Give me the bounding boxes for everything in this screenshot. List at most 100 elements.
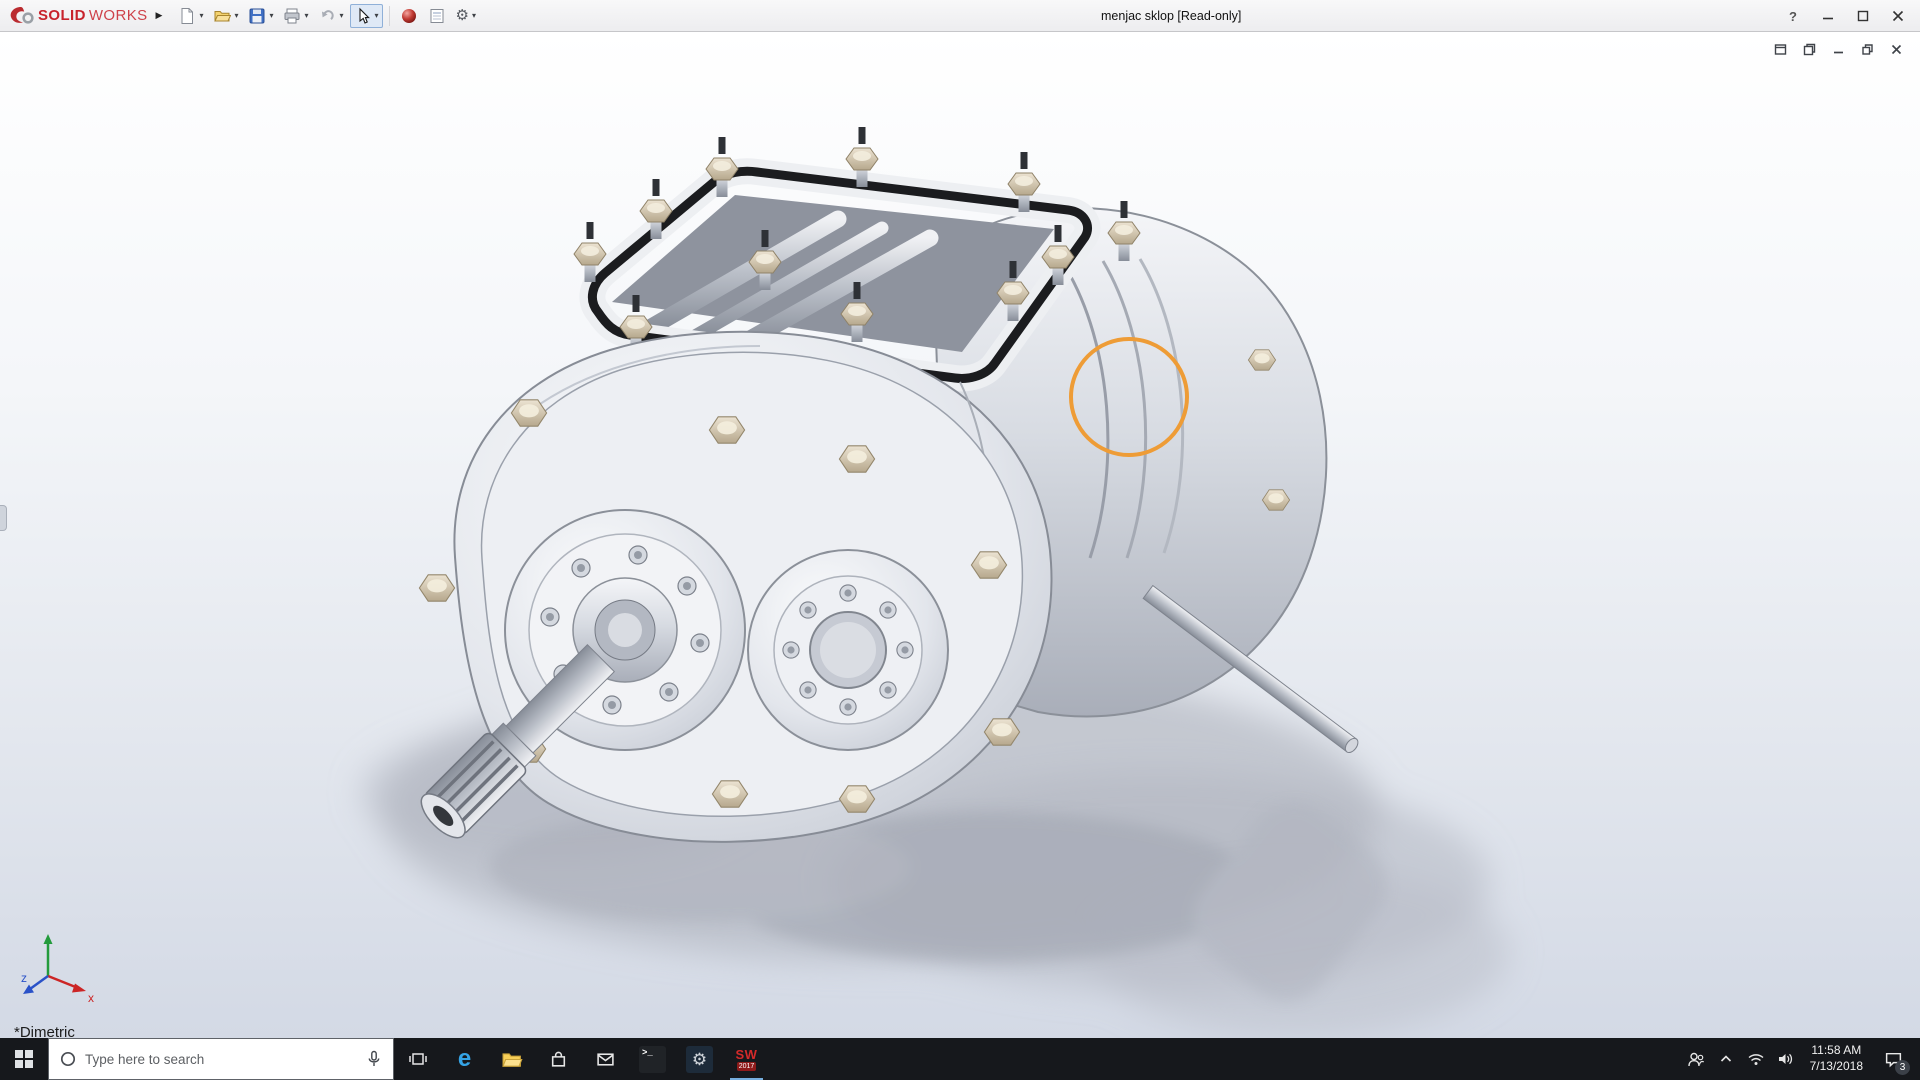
open-button[interactable]: ▾: [209, 4, 242, 28]
tray-overflow-button[interactable]: [1711, 1038, 1741, 1080]
appearance-sphere-icon: [400, 7, 418, 25]
maximize-icon: [1857, 10, 1869, 22]
windows-logo-icon: [15, 1050, 33, 1068]
save-floppy-icon: [248, 7, 266, 25]
minimize-button[interactable]: [1812, 4, 1844, 28]
task-view-icon: [408, 1050, 428, 1068]
view-orientation-label: *Dimetric: [14, 1024, 75, 1038]
options-button[interactable]: ⚙ ▾: [452, 5, 480, 26]
volume-button[interactable]: [1771, 1038, 1801, 1080]
edge-button[interactable]: e: [441, 1038, 488, 1080]
help-icon: ?: [1789, 9, 1797, 24]
doc-restore-button[interactable]: [1857, 40, 1877, 58]
mail-envelope-icon: [596, 1050, 615, 1069]
doc-close-button[interactable]: [1886, 40, 1906, 58]
edge-icon: e: [458, 1047, 471, 1071]
solidworks-logo: SOLIDWORKS: [8, 6, 148, 26]
undo-arrow-icon: [319, 7, 337, 25]
triad-y-axis[interactable]: [44, 934, 53, 944]
taskbar-search[interactable]: [48, 1038, 394, 1080]
system-tray: 11:58 AM 7/13/2018 3: [1681, 1038, 1920, 1080]
people-icon: [1687, 1051, 1705, 1068]
wifi-icon: [1747, 1052, 1765, 1067]
taskpane-tab-1[interactable]: [1770, 40, 1790, 58]
dropdown-caret-icon[interactable]: ▾: [375, 12, 379, 20]
file-explorer-button[interactable]: [488, 1038, 535, 1080]
taskpane-tab-2[interactable]: [1799, 40, 1819, 58]
toolbar-separator: [389, 6, 390, 26]
solidworks-taskbar-button[interactable]: SW 2017: [723, 1038, 770, 1080]
microphone-icon[interactable]: [365, 1050, 383, 1068]
file-explorer-icon: [501, 1050, 523, 1069]
pane-stack-icon: [1803, 43, 1816, 56]
windows-taskbar: e >_ ⚙ SW: [0, 1038, 1920, 1080]
clock-time: 11:58 AM: [1811, 1043, 1861, 1059]
graphics-area[interactable]: x z *Dimetric: [0, 32, 1920, 1038]
help-button[interactable]: ?: [1777, 4, 1809, 28]
maximize-button[interactable]: [1847, 4, 1879, 28]
mail-button[interactable]: [582, 1038, 629, 1080]
dropdown-caret-icon[interactable]: ▾: [304, 12, 308, 20]
menu-flyout-button[interactable]: ▶: [156, 10, 163, 21]
search-input[interactable]: [85, 1052, 357, 1067]
clock-date: 7/13/2018: [1810, 1059, 1863, 1075]
dropdown-caret-icon[interactable]: ▾: [472, 12, 476, 20]
triad-x-label: x: [88, 991, 94, 1004]
store-bag-icon: [549, 1050, 568, 1069]
pane-icon: [1774, 43, 1787, 56]
gear-icon: ⚙: [456, 8, 469, 23]
orientation-triad[interactable]: x z: [20, 930, 100, 1004]
command-prompt-button[interactable]: >_: [629, 1038, 676, 1080]
gearbox-3d-model[interactable]: [0, 32, 1920, 1038]
brand-works: WORKS: [89, 7, 148, 24]
doc-minimize-button[interactable]: [1828, 40, 1848, 58]
close-icon: [1892, 10, 1904, 22]
close-button[interactable]: [1882, 4, 1914, 28]
quick-access-toolbar: ▾ ▾ ▾: [174, 4, 480, 28]
doc-close-icon: [1890, 43, 1903, 56]
output-bearing-boss: [748, 550, 948, 750]
document-window-controls: [1770, 40, 1906, 58]
store-button[interactable]: [535, 1038, 582, 1080]
appearance-button[interactable]: [396, 4, 422, 28]
properties-sheet-icon: [428, 7, 446, 25]
action-center-button[interactable]: 3: [1872, 1038, 1914, 1080]
flyout-arrow-icon: ▶: [156, 10, 163, 20]
save-button[interactable]: ▾: [244, 4, 277, 28]
terminal-icon: >_: [639, 1046, 666, 1073]
titlebar: SOLIDWORKS ▶ ▾ ▾: [0, 0, 1920, 32]
people-button[interactable]: [1681, 1038, 1711, 1080]
start-button[interactable]: [0, 1038, 48, 1080]
print-icon: [283, 7, 301, 25]
clock[interactable]: 11:58 AM 7/13/2018: [1801, 1043, 1872, 1074]
dropdown-caret-icon[interactable]: ▾: [340, 12, 344, 20]
doc-restore-icon: [1861, 43, 1874, 56]
triad-z-label: z: [21, 971, 27, 985]
network-button[interactable]: [1741, 1038, 1771, 1080]
new-document-button[interactable]: ▾: [174, 4, 207, 28]
select-tool-button[interactable]: ▾: [350, 4, 383, 28]
properties-button[interactable]: [424, 4, 450, 28]
chevron-up-icon: [1719, 1053, 1733, 1065]
cortana-icon: [59, 1050, 77, 1068]
speaker-icon: [1777, 1051, 1794, 1067]
print-button[interactable]: ▾: [279, 4, 312, 28]
dropdown-caret-icon[interactable]: ▾: [234, 12, 238, 20]
settings-app-button[interactable]: ⚙: [676, 1038, 723, 1080]
undo-button[interactable]: ▾: [315, 4, 348, 28]
left-panel-splitter-handle[interactable]: [0, 505, 7, 531]
document-title: menjac sklop [Read-only]: [1101, 0, 1241, 32]
select-cursor-icon: [354, 7, 372, 25]
open-folder-icon: [213, 7, 231, 25]
window-controls: ?: [1777, 0, 1914, 32]
solidworks-app-icon: SW 2017: [736, 1048, 758, 1071]
task-view-button[interactable]: [394, 1038, 441, 1080]
minimize-icon: [1822, 10, 1834, 22]
doc-minimize-icon: [1832, 43, 1845, 56]
new-document-icon: [178, 7, 196, 25]
triad-x-axis[interactable]: [72, 984, 86, 993]
dropdown-caret-icon[interactable]: ▾: [199, 12, 203, 20]
notification-badge: 3: [1895, 1060, 1910, 1075]
dropdown-caret-icon[interactable]: ▾: [269, 12, 273, 20]
solidworks-window: SOLIDWORKS ▶ ▾ ▾: [0, 0, 1920, 1080]
